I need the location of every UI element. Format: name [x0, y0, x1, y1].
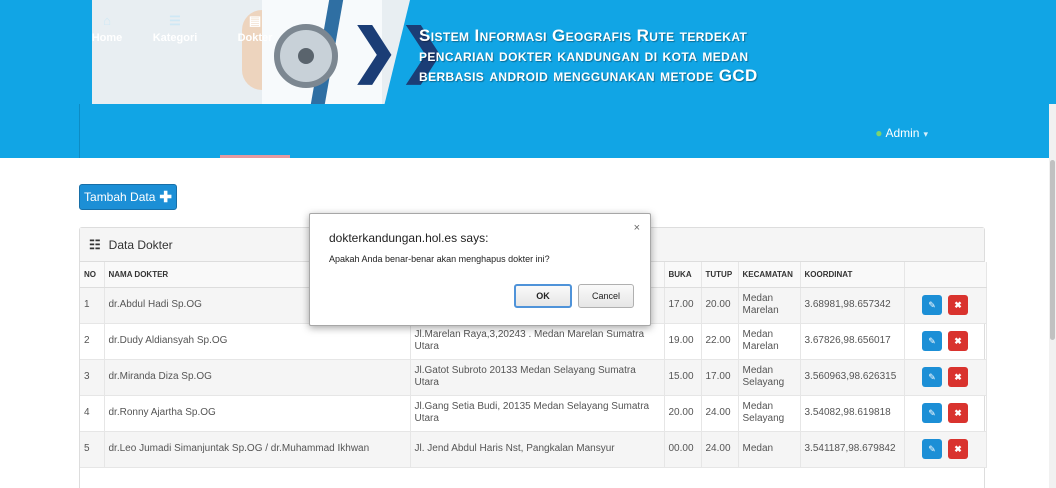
cell-actions: ✎ ✖: [904, 287, 987, 324]
site-title-line: berbasis android menggunakan metode GCD: [419, 66, 758, 85]
cell-tutup: 20.00: [701, 287, 739, 324]
site-title: Sistem Informasi Geografis Rute terdekat…: [419, 26, 1019, 86]
cell-no: 3: [80, 359, 105, 396]
user-menu[interactable]: ● Admin ▾: [875, 126, 928, 140]
table-row: 2 dr.Dudy Aldiansyah Sp.OG Jl.Marelan Ra…: [80, 323, 987, 360]
cell-alamat: Jl.Marelan Raya,3,20243 . Medan Marelan …: [410, 323, 665, 360]
cell-nama: dr.Leo Jumadi Simanjuntak Sp.OG / dr.Muh…: [104, 431, 411, 468]
column-header: [904, 262, 987, 288]
user-icon: ●: [875, 126, 883, 140]
site-title-line: Sistem Informasi Geografis Rute terdekat: [419, 26, 748, 45]
confirm-dialog: dokterkandungan.hol.es says: × Apakah An…: [309, 213, 651, 326]
nav-item-label: Kategori: [152, 32, 198, 44]
column-header: BUKA: [664, 262, 702, 288]
cancel-button[interactable]: Cancel: [578, 284, 634, 308]
cell-no: 4: [80, 395, 105, 432]
column-header: KECAMATAN: [738, 262, 801, 288]
panel-title: Data Dokter: [108, 237, 173, 252]
cell-nama: dr.Ronny Ajartha Sp.OG: [104, 395, 411, 432]
active-tab-indicator: [220, 155, 290, 158]
cell-actions: ✎ ✖: [904, 395, 987, 432]
delete-button[interactable]: ✖: [948, 403, 968, 423]
column-header: KOORDINAT: [800, 262, 905, 288]
cell-tutup: 17.00: [701, 359, 739, 396]
dialog-message: Apakah Anda benar-benar akan menghapus d…: [329, 254, 550, 264]
add-data-button[interactable]: Tambah Data ✚: [79, 184, 177, 210]
cell-tutup: 24.00: [701, 395, 739, 432]
cell-buka: 19.00: [664, 323, 702, 360]
column-header: NO: [80, 262, 105, 288]
cell-alamat: Jl.Gatot Subroto 20133 Medan Selayang Su…: [410, 359, 665, 396]
column-header: TUTUP: [701, 262, 739, 288]
cell-buka: 15.00: [664, 359, 702, 396]
cell-nama: dr.Miranda Diza Sp.OG: [104, 359, 411, 396]
cell-tutup: 24.00: [701, 431, 739, 468]
cell-no: 1: [80, 287, 105, 324]
doctor-window-icon: ▤: [248, 13, 262, 28]
nav-item-label: Dokter: [237, 32, 273, 44]
cell-no: 2: [80, 323, 105, 360]
cell-buka: 17.00: [664, 287, 702, 324]
nav-divider: [79, 104, 80, 158]
delete-button[interactable]: ✖: [948, 295, 968, 315]
cell-actions: ✎ ✖: [904, 323, 987, 360]
edit-button[interactable]: ✎: [922, 367, 942, 387]
cell-kecamatan: Medan Selayang: [738, 395, 801, 432]
dialog-title: dokterkandungan.hol.es says:: [329, 231, 489, 245]
cell-kecamatan: Medan: [738, 431, 801, 468]
list-icon: ☰: [169, 13, 181, 28]
home-icon: ⌂: [103, 13, 111, 28]
cell-koordinat: 3.67826,98.656017: [800, 323, 905, 360]
cell-tutup: 22.00: [701, 323, 739, 360]
cell-koordinat: 3.560963,98.626315: [800, 359, 905, 396]
edit-button[interactable]: ✎: [922, 331, 942, 351]
close-icon[interactable]: ×: [634, 222, 640, 234]
nav-item-dokter[interactable]: ▤ Dokter: [220, 0, 290, 54]
plus-icon: ✚: [159, 189, 172, 206]
cell-alamat: Jl. Jend Abdul Haris Nst, Pangkalan Mans…: [410, 431, 665, 468]
table-row: 3 dr.Miranda Diza Sp.OG Jl.Gatot Subroto…: [80, 359, 987, 396]
cell-actions: ✎ ✖: [904, 431, 987, 468]
cell-koordinat: 3.54082,98.619818: [800, 395, 905, 432]
delete-button[interactable]: ✖: [948, 367, 968, 387]
caret-down-icon: ▾: [923, 129, 928, 139]
cell-alamat: Jl.Gang Setia Budi, 20135 Medan Selayang…: [410, 395, 665, 432]
cell-actions: ✎ ✖: [904, 359, 987, 396]
edit-button[interactable]: ✎: [922, 439, 942, 459]
nav-item-kategori[interactable]: ☰ Kategori: [144, 0, 206, 54]
cell-nama: dr.Dudy Aldiansyah Sp.OG: [104, 323, 411, 360]
delete-button[interactable]: ✖: [948, 331, 968, 351]
table-row: 5 dr.Leo Jumadi Simanjuntak Sp.OG / dr.M…: [80, 431, 987, 468]
cell-buka: 00.00: [664, 431, 702, 468]
cell-kecamatan: Medan Selayang: [738, 359, 801, 396]
stethoscope-core: [298, 48, 314, 64]
cell-kecamatan: Medan Marelan: [738, 287, 801, 324]
ok-button[interactable]: OK: [514, 284, 572, 308]
cell-koordinat: 3.68981,98.657342: [800, 287, 905, 324]
cell-buka: 20.00: [664, 395, 702, 432]
scrollbar-thumb[interactable]: [1050, 160, 1055, 340]
cell-kecamatan: Medan Marelan: [738, 323, 801, 360]
cell-no: 5: [80, 431, 105, 468]
edit-button[interactable]: ✎: [922, 295, 942, 315]
add-data-label: Tambah Data: [84, 190, 156, 204]
nav-item-label: Home: [91, 32, 123, 44]
table-row: 4 dr.Ronny Ajartha Sp.OG Jl.Gang Setia B…: [80, 395, 987, 432]
site-title-line: pencarian dokter kandungan di kota medan: [419, 46, 749, 65]
nav-item-home[interactable]: ⌂ Home: [85, 0, 129, 54]
edit-button[interactable]: ✎: [922, 403, 942, 423]
delete-button[interactable]: ✖: [948, 439, 968, 459]
user-name: Admin: [885, 126, 920, 140]
cell-koordinat: 3.541187,98.679842: [800, 431, 905, 468]
list-icon: ☷: [89, 236, 101, 252]
